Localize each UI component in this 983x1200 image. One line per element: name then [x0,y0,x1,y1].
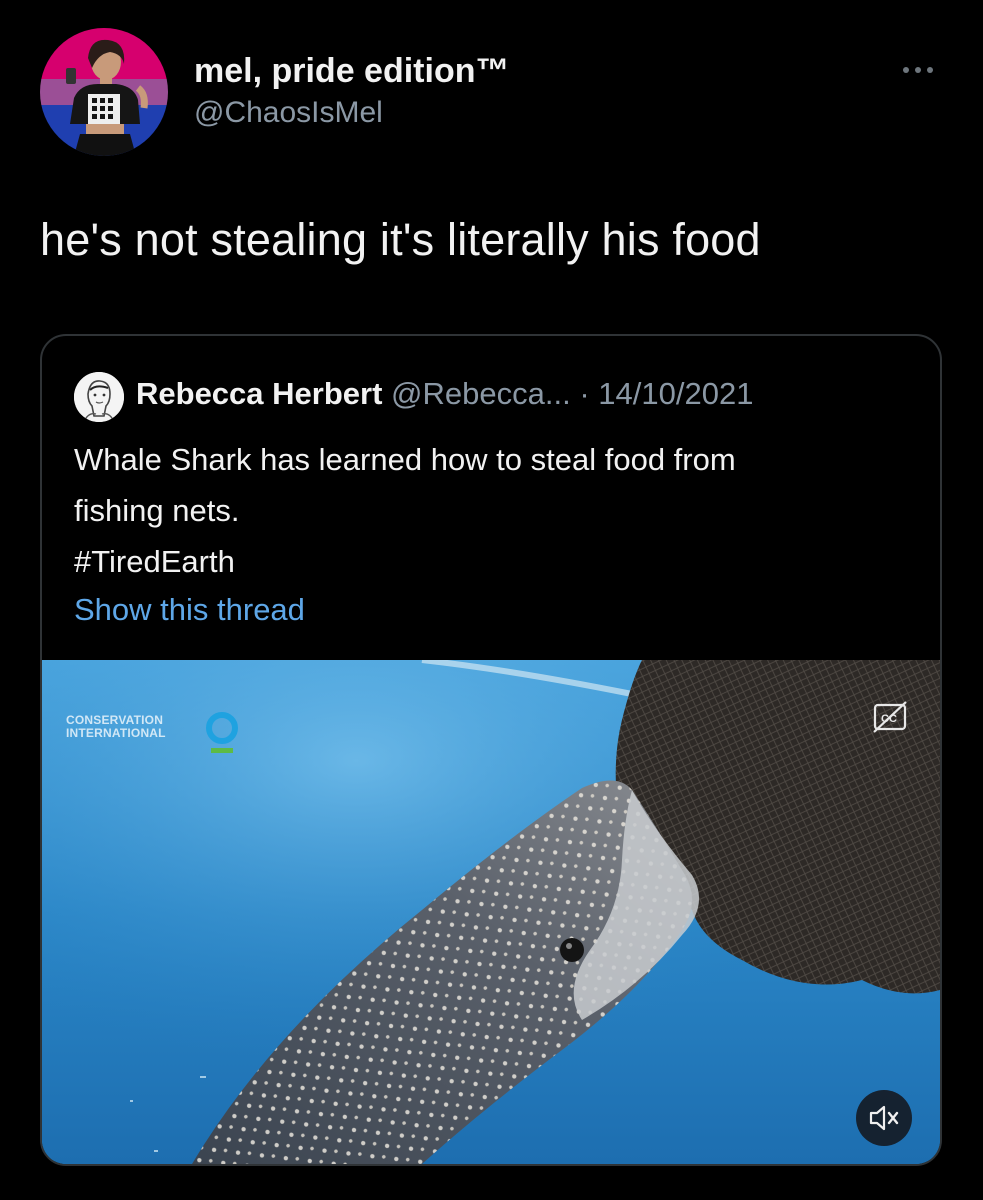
author-avatar[interactable] [40,28,168,156]
sketch-portrait-icon [74,372,124,422]
author-display-name[interactable]: mel, pride edition™ [194,52,509,91]
video-player[interactable]: CONSERVATION INTERNATIONAL CC [42,660,940,1164]
quoted-author-display-name[interactable]: Rebecca Herbert [136,376,382,411]
quoted-tweet-line: Whale Shark has learned how to steal foo… [74,442,736,477]
quoted-tweet-body: Whale Shark has learned how to steal foo… [74,434,914,587]
author-handle[interactable]: @ChaosIsMel [194,96,383,130]
quoted-author-handle[interactable]: @Rebecca... [391,376,571,411]
closed-captions-icon[interactable]: CC [872,700,910,734]
conservation-ring-logo-icon [206,712,238,753]
watermark-line: INTERNATIONAL [66,726,166,740]
quoted-tweet-header: Rebecca Herbert @Rebecca... · 14/10/2021 [136,376,753,412]
speaker-muted-icon [869,1105,899,1131]
more-options-icon[interactable] [898,60,938,80]
show-thread-link[interactable]: Show this thread [74,592,305,628]
quoted-tweet-card[interactable]: Rebecca Herbert @Rebecca... · 14/10/2021… [40,334,942,1166]
tweet-text: he's not stealing it's literally his foo… [40,214,761,265]
hashtag-link[interactable]: #TiredEarth [74,536,914,587]
quoted-author-avatar[interactable] [74,372,124,422]
tweet: mel, pride edition™ @ChaosIsMel he's not… [0,0,983,1200]
quoted-tweet-date[interactable]: 14/10/2021 [598,376,753,411]
quoted-tweet-line: fishing nets. [74,493,240,528]
conservation-international-watermark: CONSERVATION INTERNATIONAL [66,708,246,758]
mute-button[interactable] [856,1090,912,1146]
avatar-photo-icon [66,39,148,156]
header-separator: · [579,376,590,411]
